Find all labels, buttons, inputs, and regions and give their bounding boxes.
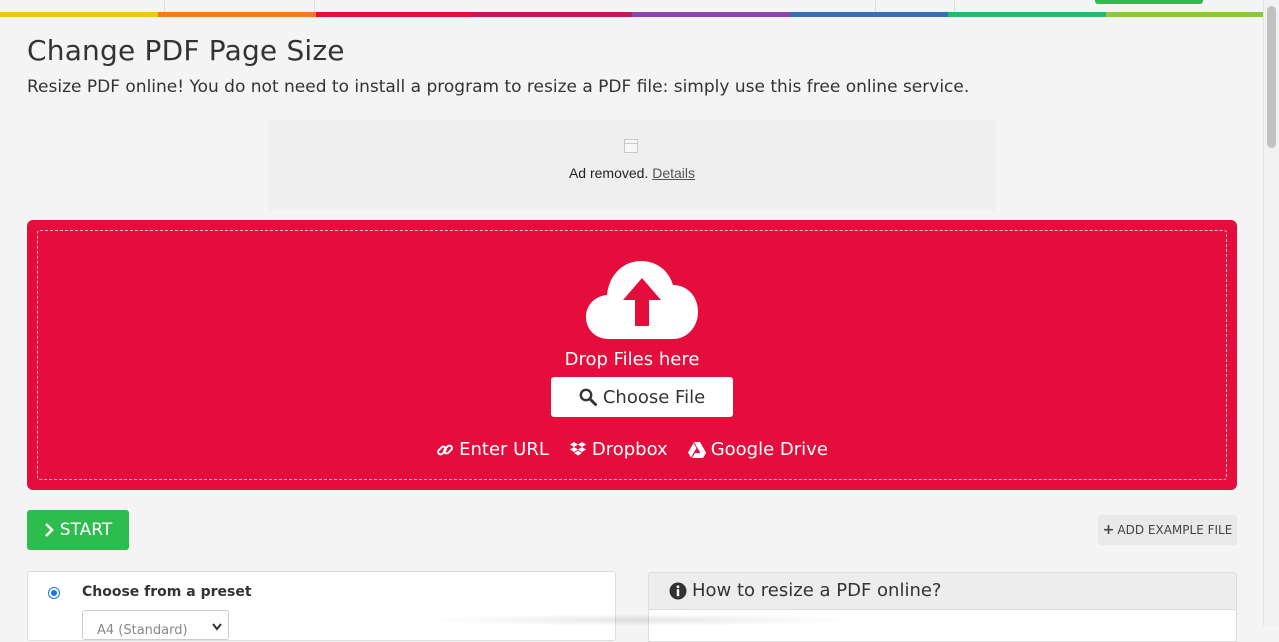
- howto-title: How to resize a PDF online?: [692, 580, 942, 601]
- start-label: START: [59, 520, 113, 540]
- search-icon: [579, 388, 597, 406]
- nav-divider: [875, 0, 876, 12]
- howto-panel: How to resize a PDF online?: [648, 572, 1237, 642]
- ad-removed-message: Ad removed. Details: [268, 165, 996, 181]
- nav-divider: [954, 0, 955, 12]
- chevron-down-icon: [212, 623, 222, 631]
- page-title: Change PDF Page Size: [27, 34, 345, 67]
- ad-removed-text: Ad removed.: [568, 165, 649, 181]
- howto-heading: How to resize a PDF online?: [669, 580, 942, 601]
- preset-select[interactable]: A4 (Standard): [82, 610, 229, 640]
- enter-url-button[interactable]: Enter URL: [436, 439, 549, 460]
- scrollbar-thumb[interactable]: [1267, 6, 1276, 148]
- google-drive-button[interactable]: Google Drive: [687, 439, 828, 460]
- drop-files-label: Drop Files here: [564, 349, 700, 370]
- nav-action-button[interactable]: [1095, 0, 1203, 4]
- page-subtitle: Resize PDF online! You do not need to in…: [27, 77, 970, 97]
- top-navigation-bar: [0, 0, 1264, 17]
- strip-segment: [158, 12, 316, 17]
- cloud-upload-icon: [586, 261, 698, 339]
- strip-segment: [632, 12, 790, 17]
- link-icon: [437, 444, 454, 455]
- ad-removed-icon: [624, 139, 638, 153]
- plus-icon: +: [1102, 522, 1115, 538]
- enter-url-label: Enter URL: [459, 439, 549, 460]
- nav-divider: [164, 0, 165, 12]
- strip-segment: [1106, 12, 1264, 17]
- preset-selected-value: A4 (Standard): [97, 623, 188, 638]
- info-icon: [669, 582, 687, 599]
- google-drive-label: Google Drive: [710, 439, 828, 460]
- strip-segment: [0, 12, 158, 17]
- strip-segment: [474, 12, 632, 17]
- choose-file-button[interactable]: Choose File: [551, 377, 733, 417]
- preset-radio[interactable]: [48, 587, 60, 599]
- dropbox-icon: [569, 441, 586, 455]
- dropbox-label: Dropbox: [591, 439, 668, 460]
- add-example-file-label: ADD EXAMPLE FILE: [1117, 523, 1233, 537]
- google-drive-icon: [687, 441, 706, 458]
- strip-segment: [948, 12, 1106, 17]
- page-size-options-panel: Choose from a preset A4 (Standard): [27, 571, 616, 641]
- upload-sources: Enter URL Dropbox Google Drive: [38, 439, 1226, 460]
- color-strip: [0, 12, 1264, 17]
- preset-label: Choose from a preset: [82, 584, 252, 600]
- ad-placeholder: Ad removed. Details: [268, 120, 996, 210]
- file-drop-zone[interactable]: Drop Files here Choose File Enter URL Dr…: [27, 220, 1237, 490]
- chevron-right-icon: [44, 523, 54, 537]
- strip-segment: [790, 12, 948, 17]
- drop-zone-border: Drop Files here Choose File Enter URL Dr…: [37, 230, 1227, 480]
- nav-divider: [314, 0, 315, 12]
- ad-details-link[interactable]: Details: [652, 165, 695, 181]
- add-example-file-button[interactable]: + ADD EXAMPLE FILE: [1098, 515, 1237, 545]
- page-scrollbar[interactable]: [1263, 0, 1279, 626]
- floating-bar-shadow: [420, 614, 860, 626]
- start-button[interactable]: START: [27, 510, 129, 550]
- strip-segment: [316, 12, 474, 17]
- dropbox-button[interactable]: Dropbox: [569, 439, 668, 460]
- choose-file-label: Choose File: [602, 386, 706, 408]
